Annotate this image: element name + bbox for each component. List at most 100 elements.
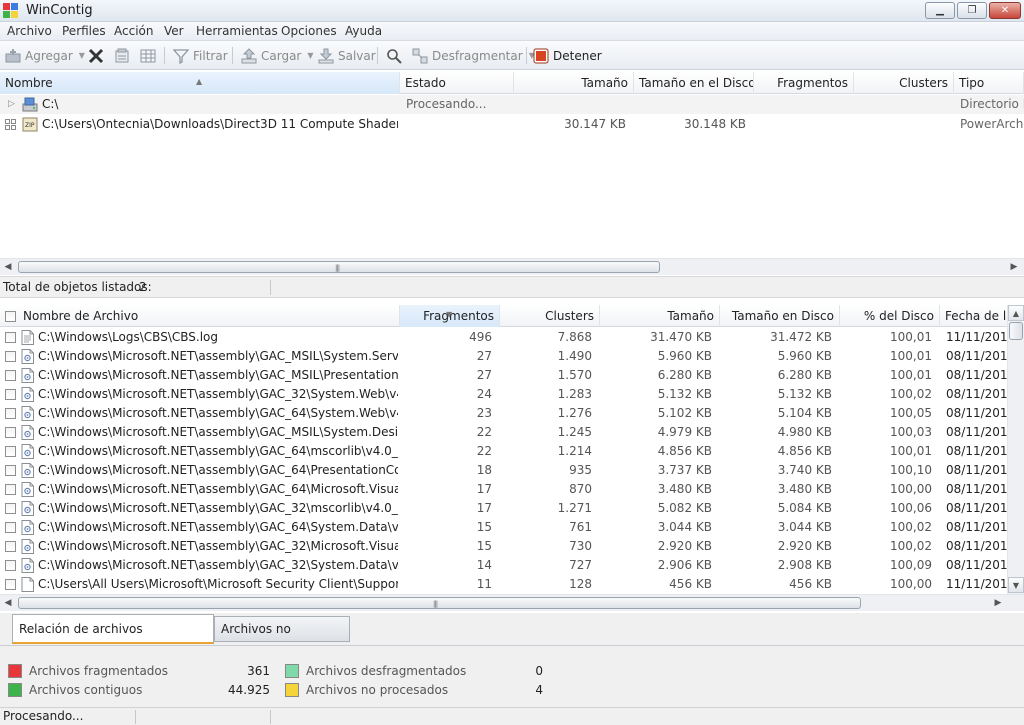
menu-opciones[interactable]: Opciones <box>281 24 337 38</box>
col-tamano[interactable]: Tamaño <box>600 305 720 327</box>
row-checkbox[interactable] <box>5 332 16 343</box>
cargar-button[interactable]: Cargar ▼ <box>241 41 314 70</box>
row-checkbox[interactable] <box>5 541 16 552</box>
file-clusters: 1.283 <box>557 387 592 401</box>
file-tamano: 2.906 KB <box>657 558 712 572</box>
row-checkbox[interactable] <box>5 446 16 457</box>
filtrar-label: Filtrar <box>193 48 228 63</box>
col-nombre-archivo[interactable]: Nombre de Archivo <box>18 305 400 327</box>
menu-archivo[interactable]: Archivo <box>7 24 52 38</box>
properties-button[interactable] <box>114 41 130 70</box>
tab-no-analizados[interactable]: Archivos no analizados <box>214 616 350 660</box>
file-row[interactable]: C:\Windows\Microsoft.NET\assembly\GAC_64… <box>0 461 1024 480</box>
row-checkbox[interactable] <box>5 522 16 533</box>
scroll-left-icon[interactable]: ◀ <box>0 596 16 610</box>
filtrar-button[interactable]: Filtrar <box>173 41 228 70</box>
grid-small-icon <box>5 119 16 130</box>
file-row[interactable]: C:\Windows\Microsoft.NET\assembly\GAC_MS… <box>0 347 1024 366</box>
row-checkbox[interactable] <box>5 351 16 362</box>
file-pct-disco: 100,00 <box>890 482 932 496</box>
row-checkbox[interactable] <box>5 370 16 381</box>
file-pct-disco: 100,01 <box>890 368 932 382</box>
objects-horizontal-scrollbar[interactable]: ◀ ||| ▶ <box>0 258 1024 275</box>
objects-header: Nombre ▲ Estado Tamaño Tamaño en el Disco… <box>0 72 1024 94</box>
menu-ayuda[interactable]: Ayuda <box>345 24 382 38</box>
col-tamano[interactable]: Tamaño <box>514 72 634 94</box>
minimize-button[interactable]: ▁ <box>925 2 955 19</box>
row-checkbox[interactable] <box>5 484 16 495</box>
col-nombre[interactable]: Nombre ▲ <box>0 72 400 94</box>
col-clusters[interactable]: Clusters <box>500 305 600 327</box>
maximize-button[interactable]: ❐ <box>957 2 987 19</box>
tab-fragmentados[interactable]: Relación de archivos fragmentados <box>12 614 214 664</box>
col-fragmentos[interactable]: Fragmentos <box>754 72 854 94</box>
file-row[interactable]: C:\Windows\Microsoft.NET\assembly\GAC_32… <box>0 537 1024 556</box>
col-clusters[interactable]: Clusters <box>854 72 954 94</box>
desfragmentar-button[interactable]: Desfragmentar ▼ <box>412 41 535 70</box>
scroll-right-icon[interactable]: ▶ <box>990 596 1006 610</box>
scrollbar-thumb[interactable]: ||| <box>18 261 660 273</box>
file-row[interactable]: C:\Windows\Microsoft.NET\assembly\GAC_64… <box>0 404 1024 423</box>
delete-button[interactable] <box>88 41 104 70</box>
select-all-checkbox[interactable] <box>5 311 16 322</box>
close-button[interactable]: ✕ <box>989 2 1021 19</box>
search-icon <box>387 48 402 64</box>
file-fecha: 08/11/2013 <box>946 425 1008 439</box>
scroll-left-icon[interactable]: ◀ <box>0 260 16 274</box>
col-pct-disco[interactable]: % del Disco <box>840 305 940 327</box>
col-fragmentos[interactable]: ▼ Fragmentos <box>400 305 500 327</box>
file-fecha: 08/11/2013 <box>946 501 1008 515</box>
expand-arrow-icon[interactable]: ▷ <box>4 95 18 114</box>
agregar-button[interactable]: Agregar ▼ <box>5 41 85 70</box>
scrollbar-thumb[interactable]: ||| <box>18 597 861 609</box>
file-tamano-disco: 3.044 KB <box>777 520 832 534</box>
col-tipo[interactable]: Tipo <box>954 72 1024 94</box>
toolbar-separator <box>164 47 165 64</box>
detener-button[interactable]: Detener <box>533 41 602 70</box>
row-checkbox[interactable] <box>5 560 16 571</box>
menu-perfiles[interactable]: Perfiles <box>62 24 106 38</box>
file-row[interactable]: C:\Windows\Microsoft.NET\assembly\GAC_32… <box>0 499 1024 518</box>
menu-herramientas[interactable]: Herramientas <box>196 24 278 38</box>
row-checkbox[interactable] <box>5 465 16 476</box>
object-row[interactable]: ZIP C:\Users\Ontecnia\Downloads\Direct3D… <box>0 115 1024 134</box>
file-pct-disco: 100,02 <box>890 520 932 534</box>
menu-ver[interactable]: Ver <box>164 24 184 38</box>
app-icon <box>3 3 18 18</box>
files-vertical-scrollbar[interactable]: ▲ ▼ <box>1007 305 1024 594</box>
search-button[interactable] <box>386 41 402 70</box>
salvar-button[interactable]: Salvar <box>318 41 376 70</box>
file-fragmentos: 22 <box>476 444 492 458</box>
file-tamano: 31.470 KB <box>650 330 712 344</box>
file-row[interactable]: C:\Users\All Users\Microsoft\Microsoft S… <box>0 575 1024 594</box>
file-row[interactable]: C:\Windows\Microsoft.NET\assembly\GAC_64… <box>0 518 1024 537</box>
files-horizontal-scrollbar[interactable]: ◀ ||| ▶ <box>0 594 1024 611</box>
row-checkbox[interactable] <box>5 579 16 590</box>
col-tamano-disco[interactable]: Tamaño en Disco <box>720 305 840 327</box>
scroll-down-icon[interactable]: ▼ <box>1008 577 1024 593</box>
col-estado[interactable]: Estado <box>400 72 514 94</box>
file-pct-disco: 100,05 <box>890 406 932 420</box>
vertical-scrollbar-thumb[interactable] <box>1009 322 1023 340</box>
col-fecha[interactable]: Fecha de la <box>940 305 1008 327</box>
col-tamano-disco[interactable]: Tamaño en el Disco <box>634 72 754 94</box>
file-row[interactable]: C:\Windows\Microsoft.NET\assembly\GAC_64… <box>0 442 1024 461</box>
row-checkbox[interactable] <box>5 427 16 438</box>
menu-accion[interactable]: Acción <box>114 24 153 38</box>
object-row[interactable]: ▷ C:\ Procesando... Directorio Ra <box>0 95 1024 114</box>
file-row[interactable]: C:\Windows\Microsoft.NET\assembly\GAC_32… <box>0 556 1024 575</box>
scroll-up-icon[interactable]: ▲ <box>1008 305 1024 321</box>
file-pct-disco: 100,03 <box>890 425 932 439</box>
grid-button[interactable] <box>140 41 156 70</box>
agregar-label: Agregar <box>25 48 73 63</box>
scroll-right-icon[interactable]: ▶ <box>1006 260 1022 274</box>
file-row[interactable]: C:\Windows\Microsoft.NET\assembly\GAC_32… <box>0 385 1024 404</box>
file-row[interactable]: C:\Windows\Microsoft.NET\assembly\GAC_64… <box>0 480 1024 499</box>
file-row[interactable]: C:\Windows\Microsoft.NET\assembly\GAC_MS… <box>0 366 1024 385</box>
row-checkbox[interactable] <box>5 503 16 514</box>
file-pct-disco: 100,09 <box>890 558 932 572</box>
row-checkbox[interactable] <box>5 408 16 419</box>
file-row[interactable]: C:\Windows\Microsoft.NET\assembly\GAC_MS… <box>0 423 1024 442</box>
row-checkbox[interactable] <box>5 389 16 400</box>
file-row[interactable]: C:\Windows\Logs\CBS\CBS.log 496 7.868 31.47… <box>0 328 1024 347</box>
